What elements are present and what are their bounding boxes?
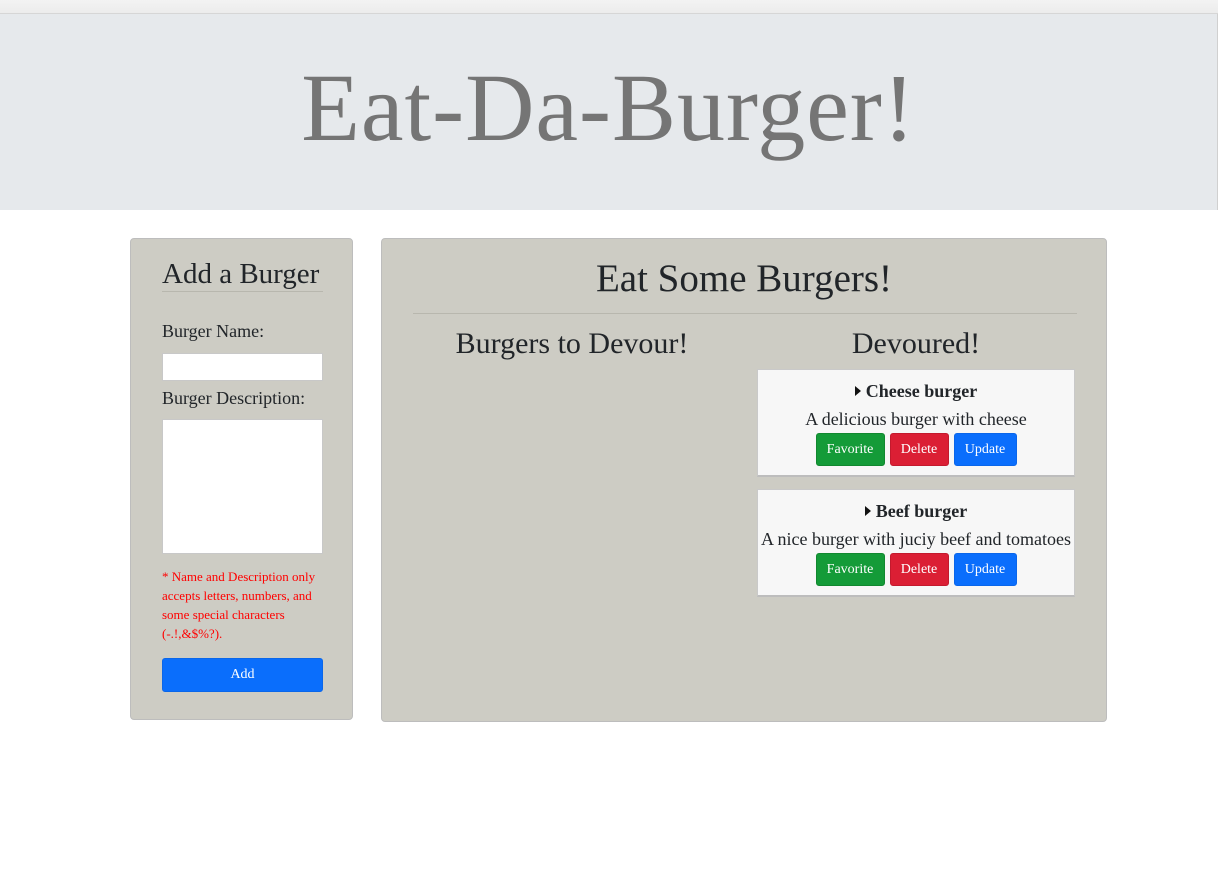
delete-button[interactable]: Delete [889, 433, 949, 466]
burger-name-row[interactable]: Beef burger [758, 500, 1074, 522]
add-button[interactable]: Add [162, 658, 323, 692]
eat-burgers-panel: Eat Some Burgers! Burgers to Devour! Dev… [381, 238, 1107, 722]
devoured-column-title: Devoured! [851, 327, 981, 360]
eat-burgers-title: Eat Some Burgers! [595, 257, 893, 300]
to-devour-column-title: Burgers to Devour! [455, 327, 689, 360]
burger-name: Beef burger [875, 501, 968, 521]
browser-top-strip [0, 0, 1218, 14]
favorite-button[interactable]: Favorite [815, 433, 885, 466]
divider [413, 313, 1077, 314]
add-burger-title: Add a Burger [162, 258, 320, 290]
burger-actions: Favorite Delete Update [758, 433, 1074, 466]
burger-name-label: Burger Name: [162, 321, 265, 341]
divider [162, 291, 323, 292]
burger-actions: Favorite Delete Update [758, 553, 1074, 586]
burger-card: Cheese burger A delicious burger with ch… [757, 369, 1075, 477]
burger-name: Cheese burger [865, 381, 978, 401]
caret-right-icon [854, 386, 861, 396]
favorite-button[interactable]: Favorite [815, 553, 885, 586]
burger-card: Beef burger A nice burger with juciy bee… [757, 489, 1075, 597]
update-button[interactable]: Update [953, 433, 1017, 466]
caret-right-icon [864, 506, 871, 516]
update-button[interactable]: Update [953, 553, 1017, 586]
burger-name-row[interactable]: Cheese burger [758, 380, 1074, 402]
header-jumbotron: Eat-Da-Burger! [0, 14, 1218, 210]
burger-name-input[interactable] [162, 353, 323, 381]
validation-note: * Name and Description only accepts lett… [162, 569, 316, 641]
burger-description-label: Burger Description: [162, 388, 306, 408]
add-burger-panel: Add a Burger Burger Name: Burger Descrip… [130, 238, 353, 720]
page-title: Eat-Da-Burger! [301, 54, 916, 161]
burger-description: A nice burger with juciy beef and tomato… [760, 529, 1072, 549]
delete-button[interactable]: Delete [889, 553, 949, 586]
burger-description: A delicious burger with cheese [805, 409, 1027, 429]
burger-description-input[interactable] [162, 419, 323, 554]
